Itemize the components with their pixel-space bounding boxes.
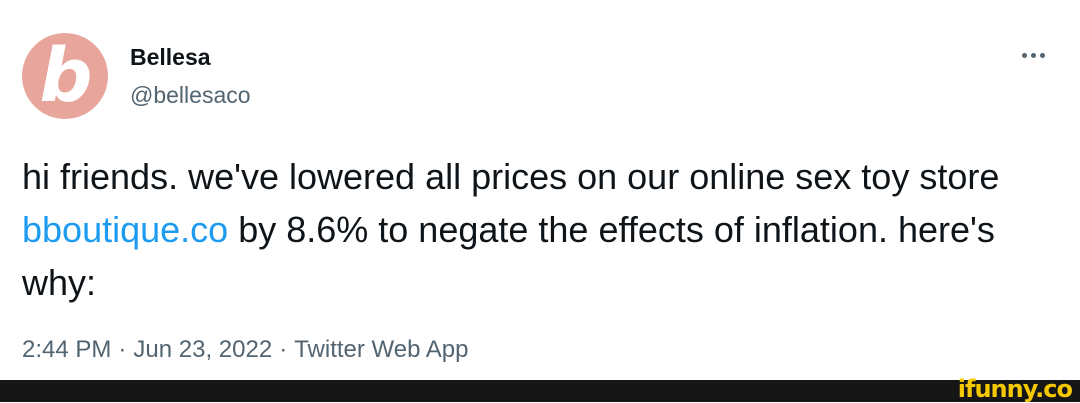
- more-dot: [1030, 52, 1036, 58]
- watermark-bar: ifunny.co: [0, 376, 1080, 402]
- separator-dot: ·: [118, 336, 127, 363]
- tweet-link[interactable]: bboutique.co: [22, 209, 228, 250]
- tweet-date[interactable]: Jun 23, 2022: [133, 336, 272, 363]
- more-dot: [1021, 52, 1027, 58]
- tweet-card: b Bellesa @bellesaco hi friends. we've l…: [0, 0, 1080, 380]
- more-dot: [1039, 52, 1045, 58]
- tweet-text: hi friends. we've lowered all prices on …: [22, 150, 1062, 309]
- ifunny-watermark: ifunny.co: [957, 375, 1073, 403]
- tweet-time[interactable]: 2:44 PM: [22, 336, 111, 363]
- tweet-source[interactable]: Twitter Web App: [294, 336, 468, 363]
- display-name[interactable]: Bellesa: [130, 44, 211, 70]
- more-options-icon[interactable]: [1012, 40, 1054, 70]
- avatar[interactable]: b: [22, 33, 108, 119]
- avatar-logo-letter: b: [39, 33, 93, 119]
- user-handle[interactable]: @bellesaco: [130, 82, 251, 108]
- tweet-metadata: 2:44 PM · Jun 23, 2022 · Twitter Web App: [22, 336, 469, 364]
- tweet-text-start: hi friends. we've lowered all prices on …: [22, 156, 1000, 197]
- separator-dot: ·: [279, 336, 288, 363]
